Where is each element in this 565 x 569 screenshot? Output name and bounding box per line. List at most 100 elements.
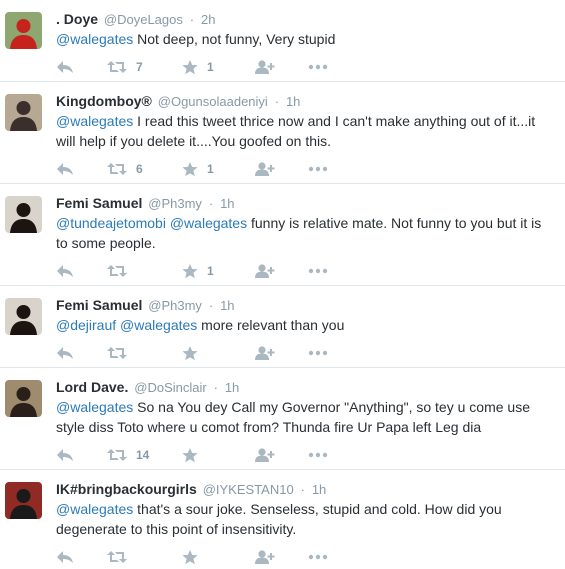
favorite-button[interactable] [182, 447, 255, 463]
retweet-button[interactable] [107, 346, 182, 360]
more-button[interactable] [308, 452, 328, 458]
tweet[interactable]: . Doye @DoyeLagos · 2h @walegates Not de… [0, 0, 565, 82]
follow-icon [255, 161, 275, 176]
favorite-button[interactable]: 1 [182, 263, 255, 279]
timestamp[interactable]: 1h [220, 196, 234, 211]
follow-button[interactable] [255, 447, 308, 463]
more-icon [308, 350, 328, 356]
tweet-text: @walegates that's a sour joke. Senseless… [56, 499, 553, 539]
reply-button[interactable] [56, 550, 107, 564]
retweet-button[interactable]: 14 [107, 448, 182, 462]
tweet[interactable]: Femi Samuel @Ph3my · 1h @tundeajetomobi … [0, 184, 565, 286]
display-name[interactable]: IK#bringbackourgirls [56, 481, 197, 497]
tweet[interactable]: Femi Samuel @Ph3my · 1h @dejirauf @waleg… [0, 286, 565, 368]
mention-link[interactable]: @dejirauf [56, 317, 116, 333]
mention-link[interactable]: @tundeajetomobi [56, 215, 166, 231]
reply-icon [57, 347, 73, 359]
display-name[interactable]: Lord Dave. [56, 379, 128, 395]
retweet-icon [107, 163, 127, 175]
tweet-header: Femi Samuel @Ph3my · 1h [56, 194, 553, 213]
favorite-button[interactable]: 1 [182, 59, 255, 75]
reply-icon [57, 61, 73, 73]
favorite-count: 1 [207, 162, 214, 176]
follow-button[interactable] [255, 549, 308, 565]
reply-button[interactable] [56, 346, 107, 360]
retweet-button[interactable] [107, 264, 182, 278]
follow-icon [255, 447, 275, 462]
display-name[interactable]: . Doye [56, 11, 98, 27]
timestamp[interactable]: 1h [220, 298, 234, 313]
timestamp[interactable]: 2h [201, 12, 215, 27]
reply-button[interactable] [56, 448, 107, 462]
star-icon [182, 161, 198, 176]
user-handle[interactable]: @DoyeLagos [104, 12, 183, 27]
tweet[interactable]: Kingdomboy® @Ogunsolaadeniyi · 1h @waleg… [0, 82, 565, 184]
avatar[interactable] [5, 380, 42, 417]
timestamp[interactable]: 1h [225, 380, 239, 395]
retweet-icon [107, 551, 127, 563]
retweet-button[interactable]: 7 [107, 60, 182, 74]
timestamp[interactable]: 1h [286, 94, 300, 109]
follow-button[interactable] [255, 161, 308, 177]
more-button[interactable] [308, 350, 328, 356]
star-icon [182, 447, 198, 462]
reply-button[interactable] [56, 162, 107, 176]
reply-icon [57, 449, 73, 461]
user-handle[interactable]: @IYKESTAN10 [203, 482, 294, 497]
tweet-text: @walegates I read this tweet thrice now … [56, 111, 553, 151]
mention-link[interactable]: @walegates [170, 215, 247, 231]
avatar-image [5, 298, 42, 335]
tweet[interactable]: IK#bringbackourgirls @IYKESTAN10 · 1h @w… [0, 470, 565, 569]
follow-button[interactable] [255, 345, 308, 361]
tweet-actions: 1 [56, 257, 553, 285]
user-handle[interactable]: @Ph3my [148, 298, 202, 313]
favorite-count: 1 [207, 264, 214, 278]
avatar-image [5, 94, 42, 131]
mention-link[interactable]: @walegates [56, 501, 133, 517]
retweet-count: 6 [136, 162, 143, 176]
tweet-actions [56, 543, 553, 569]
avatar[interactable] [5, 482, 42, 519]
avatar-image [5, 196, 42, 233]
avatar[interactable] [5, 196, 42, 233]
display-name[interactable]: Femi Samuel [56, 297, 142, 313]
retweet-icon [107, 347, 127, 359]
more-icon [308, 166, 328, 172]
timestamp[interactable]: 1h [312, 482, 326, 497]
user-handle[interactable]: @Ogunsolaadeniyi [158, 94, 268, 109]
more-button[interactable] [308, 554, 328, 560]
separator-dot: · [189, 12, 195, 27]
favorite-button[interactable] [182, 549, 255, 565]
tweet-header: . Doye @DoyeLagos · 2h [56, 10, 553, 29]
separator-dot: · [208, 298, 214, 313]
follow-button[interactable] [255, 263, 308, 279]
display-name[interactable]: Kingdomboy® [56, 93, 152, 109]
user-handle[interactable]: @Ph3my [148, 196, 202, 211]
tweet-text: @walegates So na You dey Call my Governo… [56, 397, 553, 437]
more-button[interactable] [308, 64, 328, 70]
retweet-button[interactable] [107, 550, 182, 564]
reply-button[interactable] [56, 60, 107, 74]
avatar[interactable] [5, 298, 42, 335]
avatar[interactable] [5, 94, 42, 131]
tweet[interactable]: Lord Dave. @DoSinclair · 1h @walegates S… [0, 368, 565, 470]
tweet-text: @dejirauf @walegates more relevant than … [56, 315, 553, 335]
mention-link[interactable]: @walegates [56, 399, 133, 415]
separator-dot: · [300, 482, 305, 497]
tweet-header: IK#bringbackourgirls @IYKESTAN10 · 1h [56, 480, 553, 499]
separator-dot: · [274, 94, 280, 109]
retweet-count: 14 [136, 448, 150, 462]
mention-link[interactable]: @walegates [56, 113, 133, 129]
follow-button[interactable] [255, 59, 308, 75]
avatar[interactable] [5, 12, 42, 49]
retweet-button[interactable]: 6 [107, 162, 182, 176]
more-button[interactable] [308, 166, 328, 172]
favorite-button[interactable] [182, 345, 255, 361]
more-button[interactable] [308, 268, 328, 274]
mention-link[interactable]: @walegates [120, 317, 197, 333]
favorite-button[interactable]: 1 [182, 161, 255, 177]
reply-button[interactable] [56, 264, 107, 278]
mention-link[interactable]: @walegates [56, 31, 133, 47]
user-handle[interactable]: @DoSinclair [134, 380, 206, 395]
display-name[interactable]: Femi Samuel [56, 195, 142, 211]
